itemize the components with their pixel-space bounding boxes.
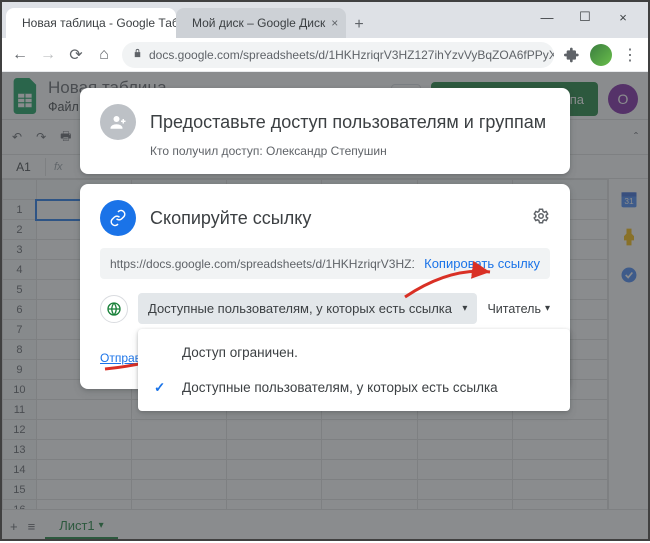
copy-link-button[interactable]: Копировать ссылку [424, 256, 540, 271]
address-bar[interactable]: docs.google.com/spreadsheets/d/1HKHzriqr… [122, 42, 554, 68]
maximize-button[interactable]: ☐ [570, 9, 600, 25]
reload-button[interactable]: ⟳ [66, 45, 86, 65]
home-button[interactable]: ⌂ [94, 45, 114, 65]
close-tab-icon[interactable]: × [331, 16, 338, 30]
link-icon [100, 200, 136, 236]
access-scope-label: Доступные пользователям, у которых есть … [148, 301, 452, 316]
extensions-icon[interactable] [562, 45, 582, 65]
profile-avatar[interactable] [590, 44, 612, 66]
back-button[interactable]: ← [10, 45, 30, 65]
browser-tab-active[interactable]: Новая таблица - Google Табли… × [6, 8, 176, 38]
add-people-card[interactable]: Предоставьте доступ пользователям и груп… [80, 88, 570, 174]
link-box: https://docs.google.com/spreadsheets/d/1… [100, 248, 550, 279]
access-scope-menu: Доступ ограничен. Доступные пользователя… [138, 329, 570, 411]
add-people-title: Предоставьте доступ пользователям и груп… [150, 112, 546, 133]
option-anyone-link[interactable]: Доступные пользователям, у которых есть … [138, 370, 570, 405]
browser-tab[interactable]: Мой диск – Google Диск × [176, 8, 346, 38]
close-window-button[interactable]: × [608, 10, 638, 25]
window-controls: — ☐ × [532, 2, 644, 38]
share-url[interactable]: https://docs.google.com/spreadsheets/d/1… [110, 257, 414, 271]
role-select[interactable]: Читатель [487, 302, 550, 316]
access-scope-dropdown[interactable]: Доступные пользователям, у которых есть … [138, 293, 477, 324]
modal-overlay: Предоставьте доступ пользователям и груп… [2, 72, 648, 539]
new-tab-button[interactable]: + [346, 12, 372, 38]
address-bar-row: ← → ⟳ ⌂ docs.google.com/spreadsheets/d/1… [2, 38, 648, 72]
add-people-sub: Кто получил доступ: Олександр Степушин [150, 144, 550, 158]
minimize-button[interactable]: — [532, 10, 562, 25]
permissions-row: Доступные пользователям, у которых есть … [100, 293, 550, 324]
url-text: docs.google.com/spreadsheets/d/1HKHzriqr… [149, 48, 554, 62]
get-link-card[interactable]: Скопируйте ссылку https://docs.google.co… [80, 184, 570, 389]
link-settings-icon[interactable] [532, 207, 550, 230]
tab-label: Мой диск – Google Диск [192, 16, 325, 30]
get-link-title: Скопируйте ссылку [150, 208, 311, 229]
browser-menu-icon[interactable]: ⋮ [620, 45, 640, 65]
browser-titlebar: Новая таблица - Google Табли… × Мой диск… [2, 2, 648, 38]
browser-tabs: Новая таблица - Google Табли… × Мой диск… [6, 2, 532, 38]
option-restricted[interactable]: Доступ ограничен. [138, 335, 570, 370]
forward-button[interactable]: → [38, 45, 58, 65]
tab-label: Новая таблица - Google Табли… [22, 16, 176, 30]
globe-icon [100, 295, 128, 323]
lock-icon [132, 48, 143, 62]
add-people-icon [100, 104, 136, 140]
